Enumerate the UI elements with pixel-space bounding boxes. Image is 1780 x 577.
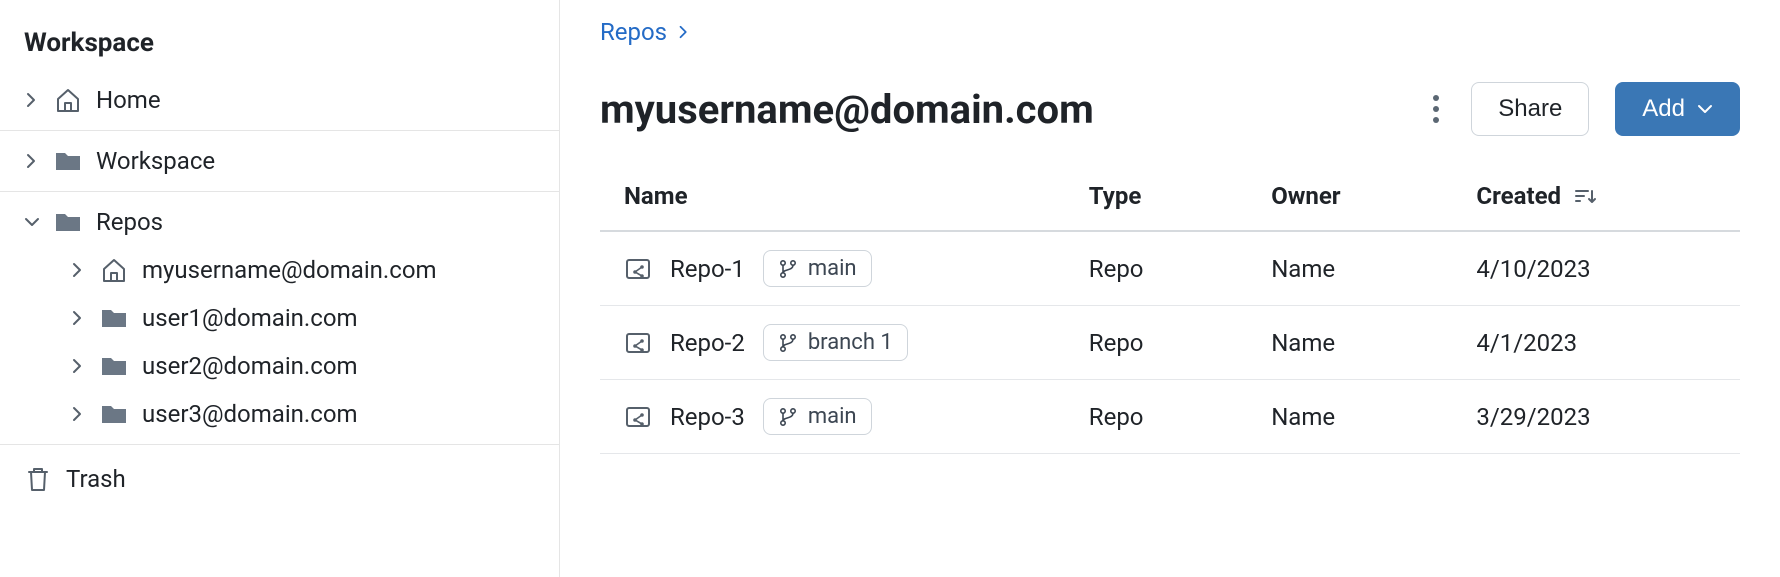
divider — [0, 444, 559, 445]
chevron-right-icon — [70, 262, 86, 278]
add-button[interactable]: Add — [1615, 82, 1740, 136]
more-menu-button[interactable] — [1427, 89, 1445, 129]
column-header-created[interactable]: Created — [1466, 168, 1740, 231]
sidebar-item-label: Repos — [96, 208, 163, 236]
divider — [0, 191, 559, 192]
sidebar-header: Workspace — [0, 20, 559, 76]
sidebar-item-user-user3[interactable]: user3@domain.com — [0, 390, 559, 438]
home-icon — [54, 86, 82, 114]
chevron-right-icon — [677, 25, 691, 39]
chevron-right-icon — [70, 310, 86, 326]
sidebar-item-label: Workspace — [96, 147, 215, 175]
repo-icon — [624, 329, 652, 357]
sidebar-item-label: user3@domain.com — [142, 400, 358, 428]
column-header-type[interactable]: Type — [1079, 168, 1261, 231]
cell-type: Repo — [1079, 306, 1261, 380]
chevron-right-icon — [24, 92, 40, 108]
cell-created: 3/29/2023 — [1466, 380, 1740, 454]
branch-label: main — [808, 404, 857, 429]
button-label: Share — [1498, 95, 1562, 123]
table-row[interactable]: Repo-3 main Repo Name 3/29/2023 — [600, 380, 1740, 454]
chevron-right-icon — [70, 358, 86, 374]
folder-icon — [100, 304, 128, 332]
cell-type: Repo — [1079, 231, 1261, 306]
branch-tag[interactable]: branch 1 — [763, 324, 908, 361]
sidebar-item-user-user2[interactable]: user2@domain.com — [0, 342, 559, 390]
breadcrumb: Repos — [600, 18, 1740, 46]
table-row[interactable]: Repo-1 main Repo Name 4/10/2023 — [600, 231, 1740, 306]
repo-name: Repo-3 — [670, 403, 745, 431]
repo-name: Repo-2 — [670, 329, 745, 357]
breadcrumb-link-repos[interactable]: Repos — [600, 18, 667, 46]
actions: Share Add — [1427, 82, 1740, 136]
sidebar-item-workspace[interactable]: Workspace — [0, 137, 559, 185]
sidebar-item-label: Trash — [66, 465, 126, 493]
branch-label: branch 1 — [808, 330, 893, 355]
sidebar-item-repos[interactable]: Repos — [0, 198, 559, 246]
sidebar-item-label: Home — [96, 86, 161, 114]
cell-created: 4/10/2023 — [1466, 231, 1740, 306]
sidebar-item-label: user2@domain.com — [142, 352, 358, 380]
repo-icon — [624, 403, 652, 431]
branch-icon — [778, 332, 798, 354]
share-button[interactable]: Share — [1471, 82, 1589, 136]
chevron-down-icon — [24, 214, 40, 230]
main: Repos myusername@domain.com Share Add Na… — [560, 0, 1780, 577]
page-title: myusername@domain.com — [600, 86, 1094, 133]
cell-created: 4/1/2023 — [1466, 306, 1740, 380]
repo-name: Repo-1 — [670, 255, 745, 283]
branch-tag[interactable]: main — [763, 250, 872, 287]
folder-icon — [100, 352, 128, 380]
sidebar-item-trash[interactable]: Trash — [0, 451, 559, 507]
home-icon — [100, 256, 128, 284]
chevron-right-icon — [70, 406, 86, 422]
sidebar: Workspace Home Workspace Repos myusernam… — [0, 0, 560, 577]
repo-icon — [624, 255, 652, 283]
sidebar-item-home[interactable]: Home — [0, 76, 559, 124]
title-row: myusername@domain.com Share Add — [600, 82, 1740, 136]
branch-icon — [778, 258, 798, 280]
chevron-down-icon — [1697, 101, 1713, 117]
column-header-name[interactable]: Name — [600, 168, 1079, 231]
sidebar-item-label: user1@domain.com — [142, 304, 358, 332]
sort-descending-icon — [1573, 186, 1597, 206]
folder-icon — [100, 400, 128, 428]
table-row[interactable]: Repo-2 branch 1 Repo Name 4/1/2023 — [600, 306, 1740, 380]
divider — [0, 130, 559, 131]
folder-icon — [54, 208, 82, 236]
cell-owner: Name — [1261, 306, 1466, 380]
sidebar-item-user-myusername[interactable]: myusername@domain.com — [0, 246, 559, 294]
branch-tag[interactable]: main — [763, 398, 872, 435]
cell-owner: Name — [1261, 231, 1466, 306]
cell-owner: Name — [1261, 380, 1466, 454]
folder-icon — [54, 147, 82, 175]
repo-table: Name Type Owner Created Repo-1 — [600, 168, 1740, 454]
column-header-owner[interactable]: Owner — [1261, 168, 1466, 231]
trash-icon — [24, 465, 52, 493]
cell-type: Repo — [1079, 380, 1261, 454]
branch-label: main — [808, 256, 857, 281]
chevron-right-icon — [24, 153, 40, 169]
column-header-label: Created — [1476, 182, 1561, 210]
sidebar-item-label: myusername@domain.com — [142, 256, 437, 284]
button-label: Add — [1642, 95, 1685, 123]
branch-icon — [778, 406, 798, 428]
sidebar-item-user-user1[interactable]: user1@domain.com — [0, 294, 559, 342]
